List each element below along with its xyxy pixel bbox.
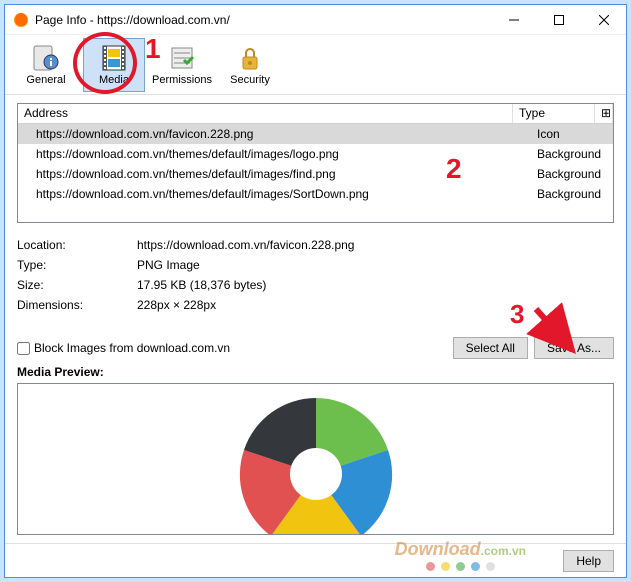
media-icon xyxy=(100,44,128,72)
window-title: Page Info - https://download.com.vn/ xyxy=(35,13,491,27)
dot-icon xyxy=(486,562,495,571)
page-info-window: Page Info - https://download.com.vn/ Gen… xyxy=(4,4,627,578)
dot-icon xyxy=(471,562,480,571)
tab-permissions[interactable]: Permissions xyxy=(151,38,213,92)
save-as-button[interactable]: Save As... xyxy=(534,337,614,359)
footer: Download .com.vn Help xyxy=(5,543,626,577)
type-value: PNG Image xyxy=(137,255,614,275)
dot-icon xyxy=(441,562,450,571)
minimize-button[interactable] xyxy=(491,5,536,35)
close-button[interactable] xyxy=(581,5,626,35)
location-value: https://download.com.vn/favicon.228.png xyxy=(137,235,614,255)
list-row[interactable]: https://download.com.vn/themes/default/i… xyxy=(18,144,613,164)
tab-security[interactable]: Security xyxy=(219,38,281,92)
actions-row: Block Images from download.com.vn Select… xyxy=(17,337,614,359)
dimensions-label: Dimensions: xyxy=(17,295,137,315)
select-all-button[interactable]: Select All xyxy=(453,337,528,359)
info-icon xyxy=(32,44,60,72)
watermark-dots xyxy=(426,562,495,571)
size-label: Size: xyxy=(17,275,137,295)
list-row[interactable]: https://download.com.vn/themes/default/i… xyxy=(18,184,613,204)
watermark: Download .com.vn xyxy=(395,539,526,571)
type-label: Type: xyxy=(17,255,137,275)
media-details: Location: https://download.com.vn/favico… xyxy=(17,235,614,315)
tab-bar: General Media Permissions Security 1 xyxy=(5,35,626,95)
media-preview-label: Media Preview: xyxy=(17,365,614,379)
tab-media[interactable]: Media xyxy=(83,38,145,92)
list-row[interactable]: https://download.com.vn/favicon.228.png … xyxy=(18,124,613,144)
block-images-checkbox[interactable]: Block Images from download.com.vn xyxy=(17,341,230,355)
dimensions-value: 228px × 228px xyxy=(137,295,614,315)
permissions-icon xyxy=(168,44,196,72)
list-row[interactable]: https://download.com.vn/themes/default/i… xyxy=(18,164,613,184)
list-scroll[interactable]: https://download.com.vn/favicon.228.png … xyxy=(18,124,613,222)
lock-icon xyxy=(236,44,264,72)
header-address[interactable]: Address xyxy=(18,104,513,123)
titlebar: Page Info - https://download.com.vn/ xyxy=(5,5,626,35)
dot-icon xyxy=(426,562,435,571)
firefox-icon xyxy=(13,12,29,28)
media-list: Address Type ⊞ https://download.com.vn/f… xyxy=(17,103,614,223)
list-header-row: Address Type ⊞ xyxy=(18,104,613,124)
maximize-button[interactable] xyxy=(536,5,581,35)
body-content: Address Type ⊞ https://download.com.vn/f… xyxy=(5,95,626,543)
header-columns-icon[interactable]: ⊞ xyxy=(595,104,613,123)
help-button[interactable]: Help xyxy=(563,550,614,572)
size-value: 17.95 KB (18,376 bytes) xyxy=(137,275,614,295)
dot-icon xyxy=(456,562,465,571)
location-label: Location: xyxy=(17,235,137,255)
tab-general[interactable]: General xyxy=(15,38,77,92)
media-preview-box[interactable] xyxy=(17,383,614,535)
block-checkbox-input[interactable] xyxy=(17,342,30,355)
favicon-preview-image xyxy=(202,383,430,535)
header-type[interactable]: Type xyxy=(513,104,595,123)
